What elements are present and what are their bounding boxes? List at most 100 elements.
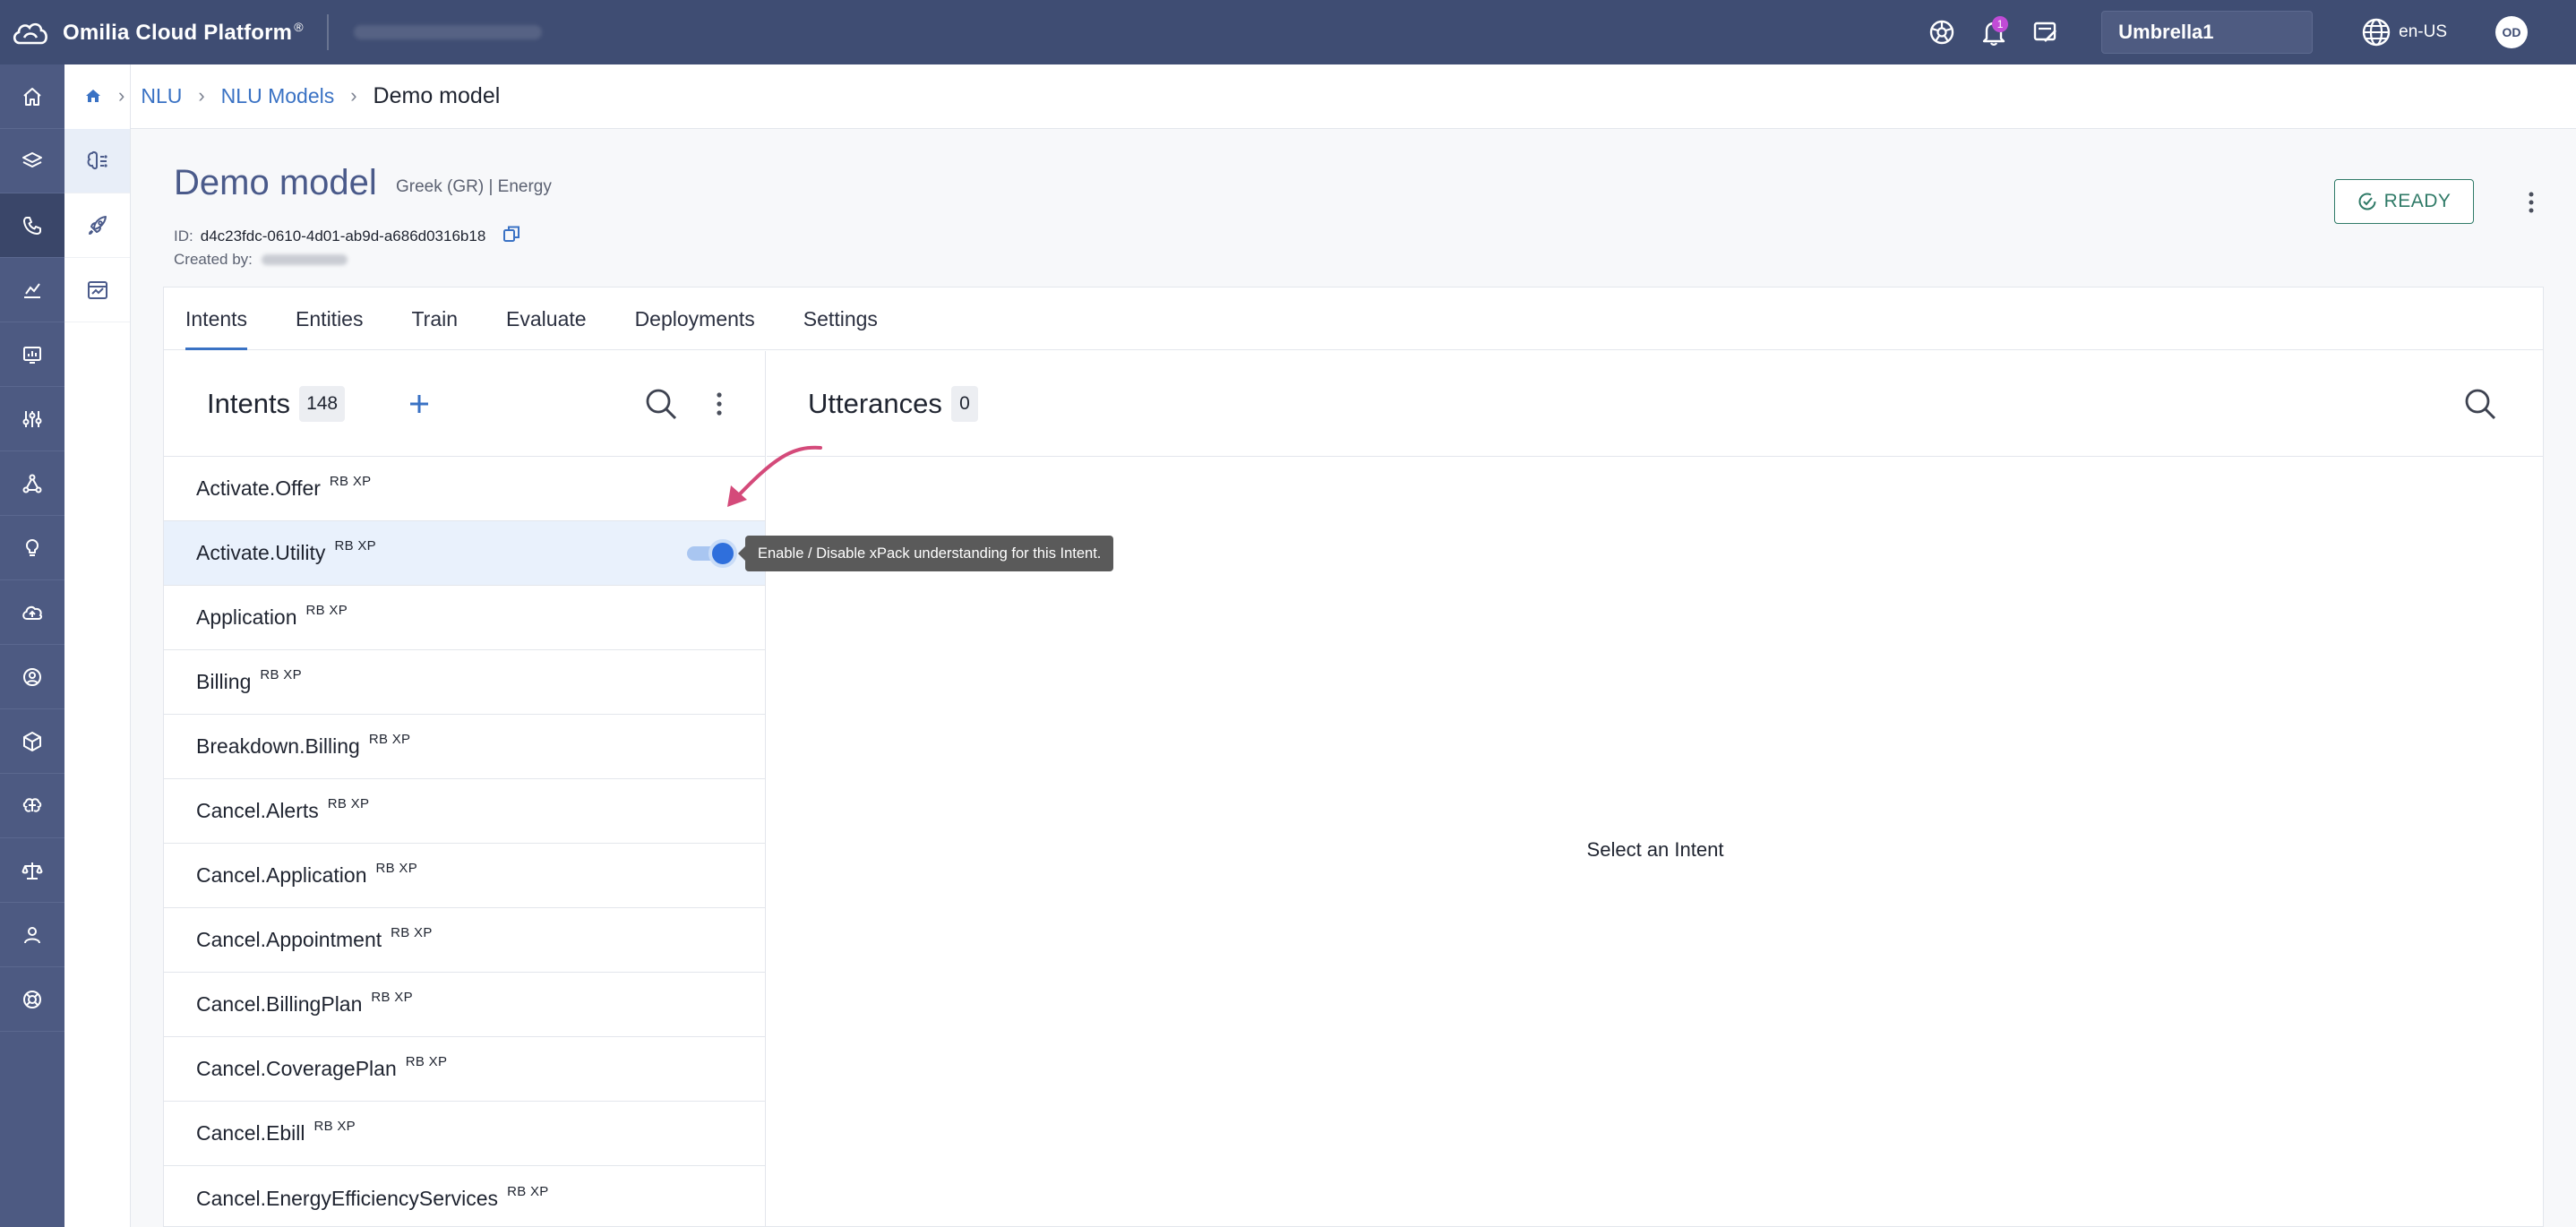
tab-entities[interactable]: Entities xyxy=(296,307,363,349)
utterances-header: Utterances 0 xyxy=(767,351,2544,457)
search-icon xyxy=(646,389,677,420)
search-utterances-button[interactable] xyxy=(2458,382,2503,426)
intents-menu-button[interactable] xyxy=(703,382,735,426)
intent-row[interactable]: Cancel.BillingPlan RB XP xyxy=(164,973,765,1037)
nav-reports[interactable] xyxy=(0,322,64,387)
release-notes-button[interactable] xyxy=(2026,13,2065,52)
nav-insights[interactable] xyxy=(0,516,64,580)
intent-name: Cancel.BillingPlan xyxy=(196,992,363,1016)
intent-name: Cancel.Appointment xyxy=(196,928,382,951)
intent-name: Cancel.Alerts xyxy=(196,799,319,822)
tab-settings[interactable]: Settings xyxy=(803,307,878,349)
language-selector[interactable]: en-US xyxy=(2361,17,2447,47)
intent-name: Cancel.CoveragePlan xyxy=(196,1057,397,1080)
intent-row[interactable]: Cancel.EnergyEfficiencyServices RB XP xyxy=(164,1166,765,1227)
intent-row-selected[interactable]: Activate.Utility RB XP xyxy=(164,521,765,586)
redacted-breadcrumb xyxy=(353,25,542,39)
intents-count-badge: 148 xyxy=(299,385,346,422)
breadcrumb-current: Demo model xyxy=(373,82,501,108)
status-label: READY xyxy=(2383,191,2451,211)
xpack-toggle[interactable] xyxy=(687,539,737,568)
nav-orchestrator[interactable] xyxy=(0,451,64,516)
agent-icon xyxy=(23,667,41,686)
nav-settings[interactable] xyxy=(0,387,64,451)
notifications-button[interactable]: 1 xyxy=(1974,13,2014,52)
intent-name: Billing xyxy=(196,670,252,693)
cube-icon xyxy=(23,731,41,751)
main-sidebar xyxy=(0,64,64,1227)
top-bar: Omilia Cloud Platform ® 1 Umbrella1 en-U… xyxy=(0,0,2576,64)
subnav-evaluate[interactable] xyxy=(64,258,130,322)
nlu-icon xyxy=(87,150,107,169)
search-icon xyxy=(2465,389,2496,420)
intent-tag: RB XP xyxy=(375,861,418,876)
intent-tag: RB XP xyxy=(313,1119,356,1134)
intent-row[interactable]: Cancel.Application RB XP xyxy=(164,844,765,908)
tab-train[interactable]: Train xyxy=(411,307,458,349)
nav-packages[interactable] xyxy=(0,709,64,774)
model-menu-button[interactable] xyxy=(2513,183,2549,222)
nav-support[interactable] xyxy=(0,967,64,1032)
intent-row[interactable]: Application RB XP xyxy=(164,586,765,650)
notes-icon xyxy=(2033,21,2057,42)
home-icon[interactable] xyxy=(84,87,102,105)
nav-analytics[interactable] xyxy=(0,258,64,322)
subnav-nlu-models[interactable] xyxy=(64,129,130,193)
tab-bar: Intents Entities Train Evaluate Deployme… xyxy=(164,287,2543,350)
brand-name: Omilia Cloud Platform ® xyxy=(63,19,304,45)
language-label: en-US xyxy=(2399,22,2447,41)
rocket-icon xyxy=(88,215,107,235)
intents-header: Intents 148 xyxy=(164,351,765,457)
tenant-selector[interactable]: Umbrella1 xyxy=(2101,11,2314,54)
sliders-icon xyxy=(22,410,42,427)
copy-icon xyxy=(503,226,520,242)
intent-row[interactable]: Activate.Offer RB XP xyxy=(164,457,765,521)
intent-row[interactable]: Cancel.Appointment RB XP xyxy=(164,908,765,973)
cloud-icon xyxy=(22,605,43,620)
layers-icon xyxy=(22,151,42,167)
tenant-name: Umbrella1 xyxy=(2118,21,2214,43)
intent-row[interactable]: Cancel.CoveragePlan RB XP xyxy=(164,1037,765,1102)
intent-row[interactable]: Billing RB XP xyxy=(164,650,765,715)
tab-evaluate[interactable]: Evaluate xyxy=(506,307,587,349)
redacted-author xyxy=(261,254,348,265)
intent-name: Activate.Offer xyxy=(196,476,321,500)
user-avatar[interactable]: OD xyxy=(2495,16,2528,48)
intents-column: Intents 148 Activate.Offer RB XP Activate… xyxy=(164,351,766,1227)
intent-name: Cancel.EnergyEfficiencyServices xyxy=(196,1186,499,1210)
reports-icon xyxy=(23,346,41,364)
model-id: ID: d4c23fdc-0610-4d01-ab9d-a686d0316b18 xyxy=(174,224,521,248)
nav-home[interactable] xyxy=(0,64,64,129)
tab-deployments[interactable]: Deployments xyxy=(635,307,755,349)
nav-users[interactable] xyxy=(0,903,64,967)
intent-row[interactable]: Cancel.Alerts RB XP xyxy=(164,779,765,844)
scale-icon xyxy=(21,862,43,879)
breadcrumb-separator: › xyxy=(198,84,205,107)
nav-nlu[interactable] xyxy=(0,193,64,258)
model-panel: Intents Entities Train Evaluate Deployme… xyxy=(163,287,2544,1227)
brand[interactable]: Omilia Cloud Platform ® xyxy=(0,0,304,64)
main-content: Demo model Greek (GR) | Energy ID: d4c23… xyxy=(131,129,2576,1227)
breadcrumb-nlu-models[interactable]: NLU Models xyxy=(221,84,335,108)
copy-id-button[interactable] xyxy=(502,224,521,248)
globe-icon xyxy=(2362,18,2391,47)
empty-state-message: Select an Intent xyxy=(1586,838,1724,861)
nav-agents[interactable] xyxy=(0,645,64,709)
nav-layers[interactable] xyxy=(0,129,64,193)
intent-row[interactable]: Breakdown.Billing RB XP xyxy=(164,715,765,779)
subnav-deployments[interactable] xyxy=(64,193,130,258)
intent-tag: RB XP xyxy=(260,667,302,682)
tab-intents[interactable]: Intents xyxy=(185,307,248,350)
analytics-icon xyxy=(24,282,40,298)
intent-row[interactable]: Cancel.Ebill RB XP xyxy=(164,1102,765,1166)
search-intents-button[interactable] xyxy=(639,382,683,426)
add-intent-button[interactable] xyxy=(397,382,442,426)
breadcrumb-nlu[interactable]: NLU xyxy=(141,84,182,108)
nav-ai[interactable] xyxy=(0,774,64,838)
apps-button[interactable] xyxy=(1922,13,1962,52)
status-ready-button[interactable]: READY xyxy=(2334,179,2474,224)
intents-title: Intents xyxy=(207,387,291,419)
support-icon xyxy=(23,990,41,1008)
nav-compliance[interactable] xyxy=(0,838,64,903)
nav-cloud[interactable] xyxy=(0,580,64,645)
